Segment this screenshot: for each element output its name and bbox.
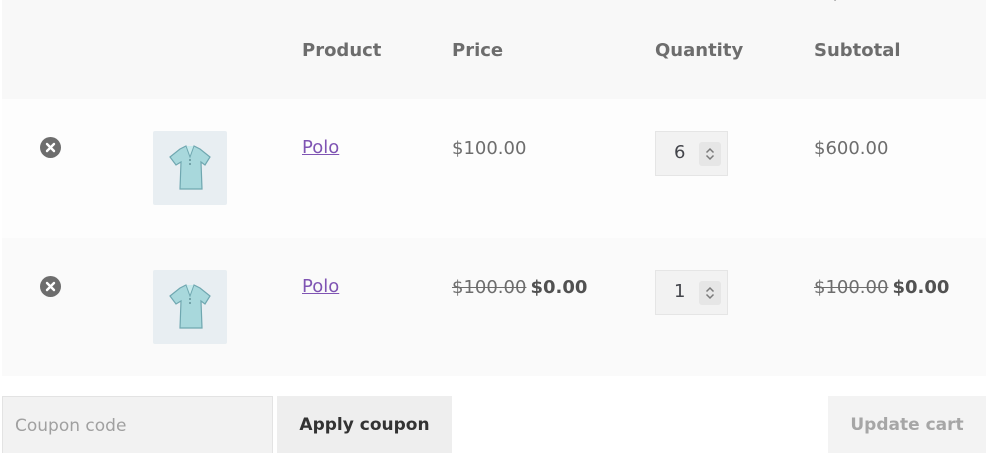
product-thumbnail[interactable] (153, 270, 227, 344)
product-subtotal: $100.00 $0.00 (814, 277, 949, 298)
price-original: $100.00 (452, 277, 527, 298)
product-thumbnail[interactable] (153, 131, 227, 205)
mouse-cursor-icon (834, 0, 837, 1)
quantity-value[interactable]: 6 (674, 142, 685, 163)
quantity-stepper[interactable]: 1 (655, 270, 728, 315)
update-cart-button[interactable]: Update cart (828, 396, 986, 453)
cart-item-row: Polo $100.00 $0.00 1 $100.00 $0.00 (2, 238, 986, 376)
cart-item-row: Polo $100.00 6 $600.00 (2, 99, 986, 238)
product-price: $100.00 $0.00 (452, 277, 587, 298)
header-product: Product (302, 40, 382, 61)
quantity-spinner[interactable] (699, 142, 721, 166)
subtotal-original: $100.00 (814, 277, 889, 298)
polo-shirt-icon (169, 145, 211, 190)
quantity-spinner[interactable] (699, 281, 721, 305)
polo-shirt-icon (169, 284, 211, 329)
product-subtotal: $600.00 (814, 138, 889, 159)
cart-actions: Apply coupon Update cart (0, 376, 988, 453)
chevron-up-down-icon (705, 286, 715, 300)
subtotal-sale: $0.00 (892, 277, 950, 298)
chevron-up-down-icon (705, 147, 715, 161)
price-sale: $0.00 (530, 277, 588, 298)
header-quantity: Quantity (655, 40, 744, 61)
quantity-value[interactable]: 1 (674, 281, 685, 302)
coupon-code-input[interactable] (2, 396, 273, 453)
product-link[interactable]: Polo (302, 276, 339, 297)
quantity-stepper[interactable]: 6 (655, 131, 728, 176)
cart-table-header: Product Price Quantity Subtotal (2, 0, 986, 99)
header-subtotal: Subtotal (814, 40, 901, 61)
header-price: Price (452, 40, 504, 61)
product-price: $100.00 (452, 138, 527, 159)
remove-icon[interactable] (40, 276, 61, 297)
product-link[interactable]: Polo (302, 137, 339, 158)
apply-coupon-button[interactable]: Apply coupon (277, 396, 452, 453)
remove-icon[interactable] (40, 137, 61, 158)
